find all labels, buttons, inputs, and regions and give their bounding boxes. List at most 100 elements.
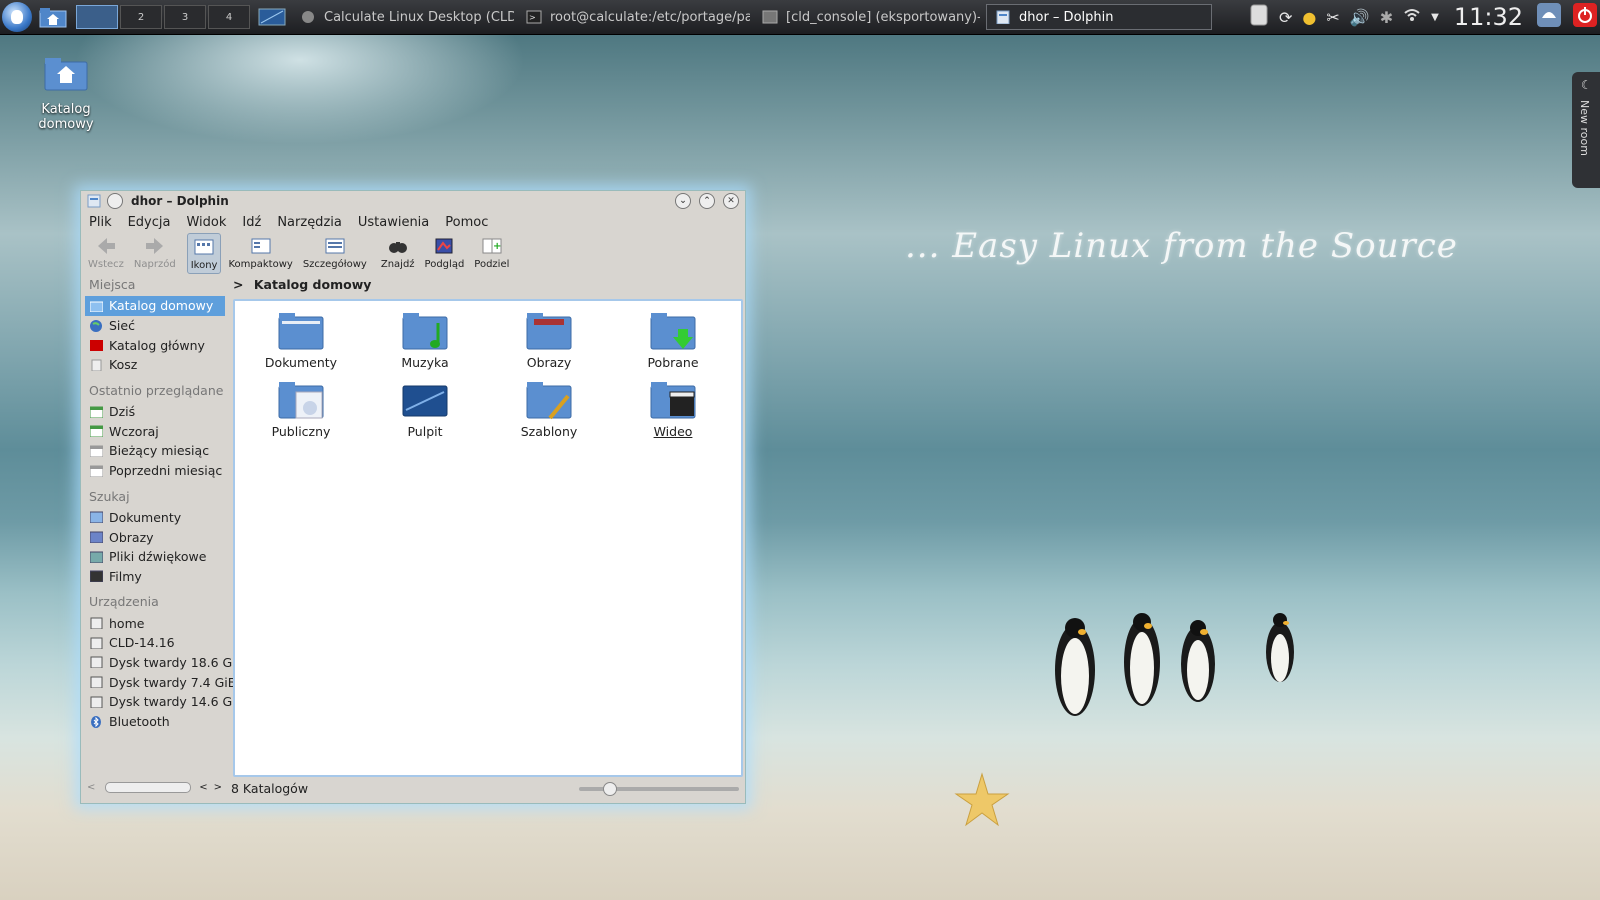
desktop-home-folder[interactable]: Katalog domowy — [30, 54, 102, 132]
folder-item-music[interactable]: Muzyka — [363, 309, 487, 370]
menu-view[interactable]: Widok — [186, 215, 226, 230]
activity-side-tab[interactable]: ☾ New room — [1572, 72, 1600, 188]
tray-expand-icon[interactable]: ▼ — [1431, 12, 1439, 23]
zoom-slider-handle[interactable] — [603, 782, 617, 796]
desktop-2-button[interactable]: 2 — [120, 5, 162, 29]
recent-last-month[interactable]: Poprzedni miesiąc — [85, 461, 225, 481]
recent-label: Wczoraj — [109, 423, 159, 439]
device-bluetooth[interactable]: Bluetooth — [85, 712, 225, 732]
desktop-4-button[interactable]: 4 — [208, 5, 250, 29]
file-view[interactable]: Dokumenty Muzyka Obrazy Pobrane Publiczn… — [233, 299, 743, 777]
task-browser[interactable]: Calculate Linux Desktop (CLD) – C — [292, 4, 514, 30]
search-label: Obrazy — [109, 529, 154, 545]
compact-view-button[interactable]: Kompaktowy — [225, 233, 295, 272]
device-disk-14[interactable]: Dysk twardy 14.6 GiB — [85, 692, 244, 712]
show-desktop-icon[interactable] — [256, 4, 288, 30]
lock-screen-icon[interactable] — [1536, 2, 1562, 32]
task-terminal[interactable]: > root@calculate:/etc/portage/pack — [518, 4, 750, 30]
device-home[interactable]: home — [85, 613, 225, 633]
volume-icon[interactable]: 🔊 — [1350, 8, 1370, 27]
folder-item-pictures[interactable]: Obrazy — [487, 309, 611, 370]
recent-this-month[interactable]: Bieżący miesiąc — [85, 441, 225, 461]
folder-item-desktop[interactable]: Pulpit — [363, 378, 487, 439]
search-label: Pliki dźwiękowe — [109, 549, 207, 565]
pictures-folder-icon — [526, 313, 572, 350]
dolphin-icon[interactable] — [87, 194, 101, 208]
menu-edit[interactable]: Edycja — [128, 215, 171, 230]
details-view-label: Szczegółowy — [302, 259, 367, 270]
breadcrumb-current[interactable]: Katalog domowy — [254, 277, 372, 292]
scissors-icon[interactable]: ✂ — [1326, 8, 1339, 27]
search-images[interactable]: Obrazy — [85, 527, 225, 547]
system-tray: ⟳ ● ✂ 🔊 ✱ ▼ 11:32 — [1244, 2, 1600, 32]
menu-file[interactable]: Plik — [89, 215, 112, 230]
window-titlebar[interactable]: dhor – Dolphin ⌄ ⌃ ✕ — [81, 191, 745, 211]
menu-tools[interactable]: Narzędzia — [277, 215, 342, 230]
notifications-icon[interactable]: ● — [1302, 8, 1316, 27]
breadcrumb[interactable]: > Katalog domowy — [233, 277, 371, 292]
preview-label: Podgląd — [424, 259, 465, 270]
preview-button[interactable]: Podgląd — [422, 233, 468, 272]
task-console[interactable]: [cld_console] (eksportowany)-1.0 — [754, 4, 980, 30]
place-label: Katalog domowy — [109, 298, 214, 314]
window-menu-button[interactable] — [107, 193, 123, 209]
chevron-right-icon: > — [233, 277, 244, 292]
clock[interactable]: 11:32 — [1454, 3, 1523, 31]
close-button[interactable]: ✕ — [723, 193, 739, 209]
folder-item-videos[interactable]: Wideo — [611, 378, 735, 439]
recent-today[interactable]: Dziś — [85, 402, 225, 422]
device-disk-7[interactable]: Dysk twardy 7.4 GiB — [85, 672, 236, 692]
wifi-icon[interactable] — [1403, 7, 1421, 27]
minimize-button[interactable]: ⌄ — [675, 193, 691, 209]
scrollbar-thumb[interactable] — [105, 781, 192, 793]
folder-label: Dokumenty — [264, 355, 338, 370]
place-root[interactable]: Katalog główny — [85, 335, 225, 355]
menu-help[interactable]: Pomoc — [445, 215, 488, 230]
search-label: Dokumenty — [109, 509, 182, 525]
bluetooth-icon[interactable]: ✱ — [1380, 8, 1393, 27]
menu-settings[interactable]: Ustawienia — [358, 215, 429, 230]
desktop-3-button[interactable]: 3 — [164, 5, 206, 29]
search-audio[interactable]: Pliki dźwiękowe — [85, 547, 225, 567]
back-button[interactable]: Wstecz — [85, 233, 127, 272]
folder-item-documents[interactable]: Dokumenty — [239, 309, 363, 370]
clipboard-icon[interactable] — [1249, 3, 1269, 31]
folder-item-public[interactable]: Publiczny — [239, 378, 363, 439]
folder-item-downloads[interactable]: Pobrane — [611, 309, 735, 370]
place-trash[interactable]: Kosz — [85, 355, 225, 375]
sidebar-horizontal-scrollbar[interactable]: < < > — [87, 781, 222, 793]
video-search-icon — [90, 570, 103, 583]
compact-view-label: Kompaktowy — [228, 259, 293, 270]
scroll-left-icon[interactable]: < — [199, 782, 207, 793]
icons-view-button[interactable]: Ikony — [186, 233, 222, 274]
menu-go[interactable]: Idź — [242, 215, 261, 230]
recent-label: Bieżący miesiąc — [109, 443, 210, 459]
details-view-button[interactable]: Szczegółowy — [300, 233, 370, 272]
power-icon[interactable] — [1572, 2, 1598, 32]
place-network[interactable]: Sieć — [85, 316, 225, 336]
split-button[interactable]: + Podziel — [471, 233, 512, 272]
desktop-1-button[interactable] — [76, 5, 118, 29]
device-cld[interactable]: CLD-14.16 — [85, 633, 225, 653]
application-launcher-icon[interactable] — [2, 2, 32, 32]
forward-button[interactable]: Naprzód — [131, 233, 179, 272]
terminal-icon: > — [526, 10, 542, 24]
starfish-wallpaper-art — [954, 772, 1010, 827]
scroll-right-icon[interactable]: > — [214, 782, 222, 793]
recent-yesterday[interactable]: Wczoraj — [85, 421, 225, 441]
wallpaper-slogan: ... Easy Linux from the Source — [905, 226, 1458, 266]
home-folder-launcher-icon[interactable] — [36, 4, 70, 30]
device-disk-18[interactable]: Dysk twardy 18.6 GiB — [85, 653, 244, 673]
task-dolphin[interactable]: dhor – Dolphin — [986, 4, 1212, 30]
search-documents[interactable]: Dokumenty — [85, 508, 225, 528]
updates-icon[interactable]: ⟳ — [1279, 8, 1292, 27]
zoom-slider[interactable] — [579, 782, 739, 796]
place-home[interactable]: Katalog domowy — [85, 296, 225, 316]
scroll-left-icon[interactable]: < — [87, 782, 95, 793]
folder-item-templates[interactable]: Szablony — [487, 378, 611, 439]
find-button[interactable]: Znajdź — [378, 233, 418, 272]
calendar-today-icon — [90, 406, 103, 418]
maximize-button[interactable]: ⌃ — [699, 193, 715, 209]
search-videos[interactable]: Filmy — [85, 567, 225, 587]
binoculars-icon — [388, 242, 407, 253]
